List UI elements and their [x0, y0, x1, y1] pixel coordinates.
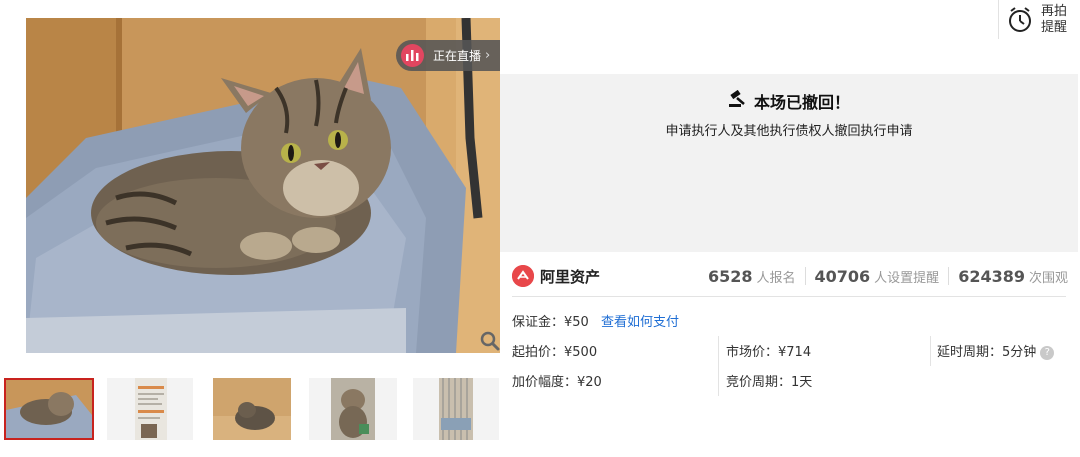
- view-count: 624389: [958, 266, 1025, 286]
- reminder-label-line1: 再拍: [1041, 3, 1068, 19]
- thumbnail-cat-in-box[interactable]: [213, 378, 291, 440]
- auction-stats: 6528 人报名 40706 人设置提醒 624389 次围观: [708, 267, 1068, 286]
- gavel-icon: [728, 89, 748, 112]
- reminder-label-line2: 提醒: [1041, 19, 1068, 35]
- withdrawn-notice: 本场已撤回！ 申请执行人及其他执行债权人撤回执行申请: [500, 74, 1078, 252]
- divider: [930, 336, 931, 366]
- divider: [804, 267, 806, 285]
- withdrawn-reason: 申请执行人及其他执行债权人撤回执行申请: [665, 124, 913, 139]
- divider: [718, 336, 719, 396]
- ali-assets-logo-icon: [512, 265, 534, 287]
- reauction-reminder-button[interactable]: 再拍 提醒: [998, 0, 1080, 39]
- live-stream-badge[interactable]: 正在直播 ›: [396, 40, 500, 71]
- reminder-count-label: 人设置提醒: [874, 270, 940, 286]
- signup-label: 人报名: [756, 270, 796, 286]
- reminder-label: 再拍 提醒: [1041, 4, 1067, 36]
- signup-count: 6528: [707, 266, 753, 286]
- brand-stats-row: 阿里资产 6528 人报名 40706 人设置提醒 624389 次围观: [512, 262, 1068, 290]
- divider: [948, 267, 950, 285]
- deposit-label: 保证金：¥50: [512, 315, 589, 330]
- delay-period: 延时周期：5分钟: [937, 345, 1037, 360]
- reminder-count: 40706: [814, 266, 871, 286]
- delay-period-row: 延时周期：5分钟?: [937, 341, 1055, 360]
- how-to-pay-link[interactable]: 查看如何支付: [601, 315, 679, 330]
- thumbnail-document[interactable]: [107, 378, 193, 440]
- auction-page: 正在直播 › 再拍 提醒 本场已撤回！ 申请执行人及其他执行债权人撤回执行申请 …: [0, 0, 1080, 457]
- market-price: 市场价：¥714: [726, 345, 812, 360]
- live-label: 正在直播: [433, 49, 482, 63]
- withdrawn-title: 本场已撤回！: [753, 93, 850, 112]
- alarm-clock-icon: [1007, 6, 1033, 33]
- live-icon: [401, 44, 424, 67]
- view-count-label: 次围观: [1028, 270, 1068, 286]
- thumbnail-cage[interactable]: [413, 378, 499, 440]
- deposit-row: 保证金：¥50 查看如何支付: [512, 311, 679, 330]
- divider: [512, 296, 1066, 297]
- start-price: 起拍价：¥500: [512, 345, 598, 360]
- chevron-right-icon: ›: [485, 48, 491, 63]
- zoom-icon[interactable]: [479, 330, 501, 352]
- price-increment: 加价幅度：¥20: [512, 375, 602, 390]
- thumbnail-cat-in-tray[interactable]: [4, 378, 94, 440]
- thumbnail-cat-standing[interactable]: [309, 378, 397, 440]
- brand-name: 阿里资产: [540, 267, 601, 286]
- bid-period: 竞价周期：1天: [726, 375, 813, 390]
- help-icon[interactable]: ?: [1040, 345, 1055, 360]
